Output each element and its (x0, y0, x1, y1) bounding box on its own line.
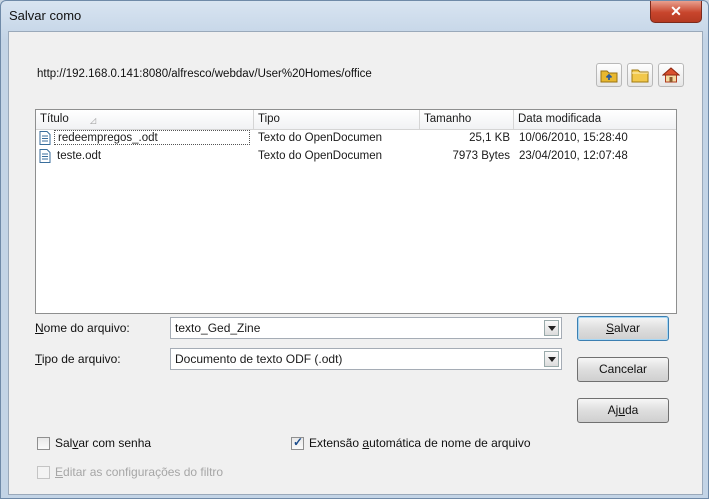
file-type: Texto do OpenDocumen (258, 132, 383, 144)
column-header-title[interactable]: Título ◿ (36, 110, 254, 129)
title-bar: Salvar como ✕ (1, 1, 708, 31)
file-name: redeempregos_.odt (54, 130, 250, 145)
document-icon (39, 131, 51, 145)
cancel-button[interactable]: Cancelar (577, 357, 669, 382)
current-path: http://192.168.0.141:8080/alfresco/webda… (37, 68, 372, 80)
auto-extension-label: Extensão automática de nome de arquivo (309, 436, 531, 450)
edit-filter-settings-checkbox[interactable] (37, 466, 50, 479)
file-list-header: Título ◿ Tipo Tamanho Data modificada (36, 110, 676, 130)
filename-input[interactable]: texto_Ged_Zine (170, 317, 562, 339)
list-item[interactable]: redeempregos_.odt Texto do OpenDocumen 2… (36, 130, 676, 147)
close-button[interactable]: ✕ (650, 1, 702, 23)
file-size: 7973 Bytes (452, 150, 510, 162)
auto-extension-checkbox[interactable] (291, 435, 304, 450)
up-folder-icon (600, 70, 618, 83)
column-header-size[interactable]: Tamanho (420, 110, 514, 129)
filetype-label: Tipo de arquivo: (35, 352, 121, 366)
help-button[interactable]: Ajuda (577, 398, 669, 423)
home-icon (662, 67, 680, 83)
save-with-password-label: Salvar com senha (55, 436, 152, 450)
dialog-body: http://192.168.0.141:8080/alfresco/webda… (8, 31, 703, 495)
file-list[interactable]: Título ◿ Tipo Tamanho Data modificada re… (35, 109, 677, 314)
save-with-password-checkbox[interactable] (37, 437, 50, 450)
filename-value: texto_Ged_Zine (175, 321, 261, 335)
file-modified: 10/06/2010, 15:28:40 (519, 132, 628, 144)
filetype-dropdown-icon[interactable] (544, 351, 559, 367)
filename-label: Nome do arquivo: (35, 321, 130, 335)
file-name: teste.odt (57, 150, 102, 162)
up-folder-button[interactable] (596, 63, 622, 87)
sort-indicator-icon: ◿ (90, 116, 97, 125)
filetype-select[interactable]: Documento de texto ODF (.odt) (170, 348, 562, 370)
file-type: Texto do OpenDocumen (258, 150, 383, 162)
filetype-value: Documento de texto ODF (.odt) (175, 352, 343, 366)
document-icon (39, 149, 51, 163)
edit-filter-settings-label: Editar as configurações do filtro (55, 465, 224, 479)
window-title: Salvar como (9, 8, 82, 23)
save-as-dialog: Salvar como ✕ http://192.168.0.141:8080/… (0, 0, 709, 499)
filename-dropdown-icon[interactable] (544, 320, 559, 336)
file-size: 25,1 KB (469, 132, 510, 144)
home-button[interactable] (658, 63, 684, 87)
column-label: Título (40, 113, 69, 125)
list-item[interactable]: teste.odt Texto do OpenDocumen 7973 Byte… (36, 148, 676, 165)
new-folder-icon (631, 69, 649, 83)
new-folder-button[interactable] (627, 63, 653, 87)
save-button[interactable]: Salvar (577, 316, 669, 341)
column-header-type[interactable]: Tipo (254, 110, 420, 129)
column-header-modified[interactable]: Data modificada (514, 110, 676, 129)
file-modified: 23/04/2010, 12:07:48 (519, 150, 628, 162)
